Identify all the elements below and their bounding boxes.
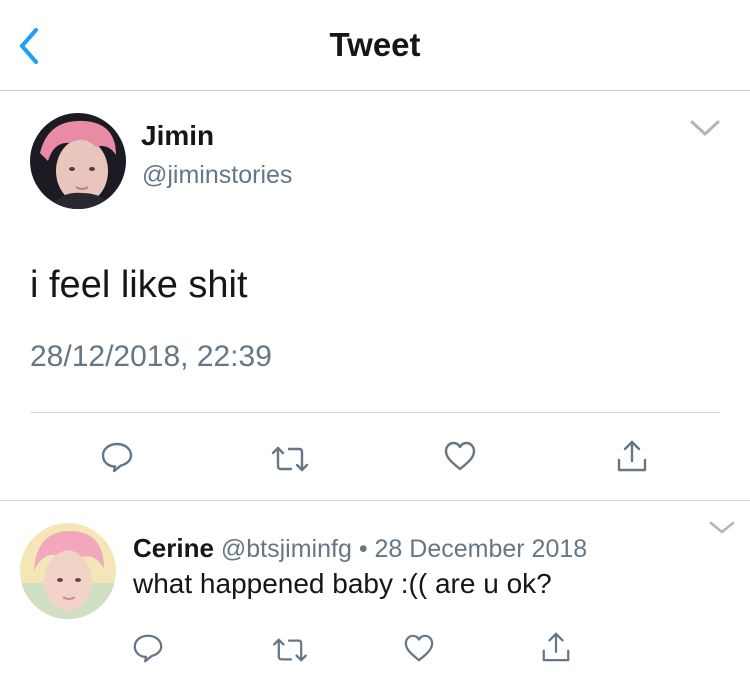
avatar-image [30, 113, 126, 209]
meta-separator: • [358, 535, 368, 563]
reply-share-icon[interactable] [540, 630, 572, 664]
divider [30, 412, 720, 413]
user-handle[interactable]: @jiminstories [142, 161, 292, 190]
display-name[interactable]: Jimin [141, 120, 214, 152]
tweet-timestamp: 28/12/2018, 22:39 [30, 340, 272, 373]
retweet-icon[interactable] [270, 444, 310, 474]
share-icon[interactable] [615, 438, 649, 474]
section-divider [0, 500, 750, 501]
reply-reply-icon[interactable] [132, 632, 164, 664]
reply-handle[interactable]: @btsjiminfg [221, 535, 352, 563]
avatar-jimin[interactable] [30, 113, 126, 209]
reply-date: 28 December 2018 [374, 535, 588, 563]
reply-icon[interactable] [100, 440, 134, 474]
reply-chevron-down-icon[interactable] [708, 520, 736, 536]
avatar-cerine[interactable] [20, 523, 116, 619]
reply-retweet-icon[interactable] [271, 636, 309, 664]
reply-text: what happened baby :(( are u ok? [133, 568, 552, 599]
chevron-down-icon[interactable] [688, 118, 722, 138]
heart-icon[interactable] [443, 440, 477, 472]
nav-bar: Tweet [0, 0, 750, 91]
reply-display-name[interactable]: Cerine [133, 533, 214, 563]
reply-header: Cerine @btsjiminfg • 28 December 2018 [133, 533, 587, 564]
tweet-text: i feel like shit [30, 264, 248, 306]
avatar-image [20, 523, 116, 619]
reply-heart-icon[interactable] [403, 633, 435, 663]
page-title: Tweet [329, 26, 421, 63]
